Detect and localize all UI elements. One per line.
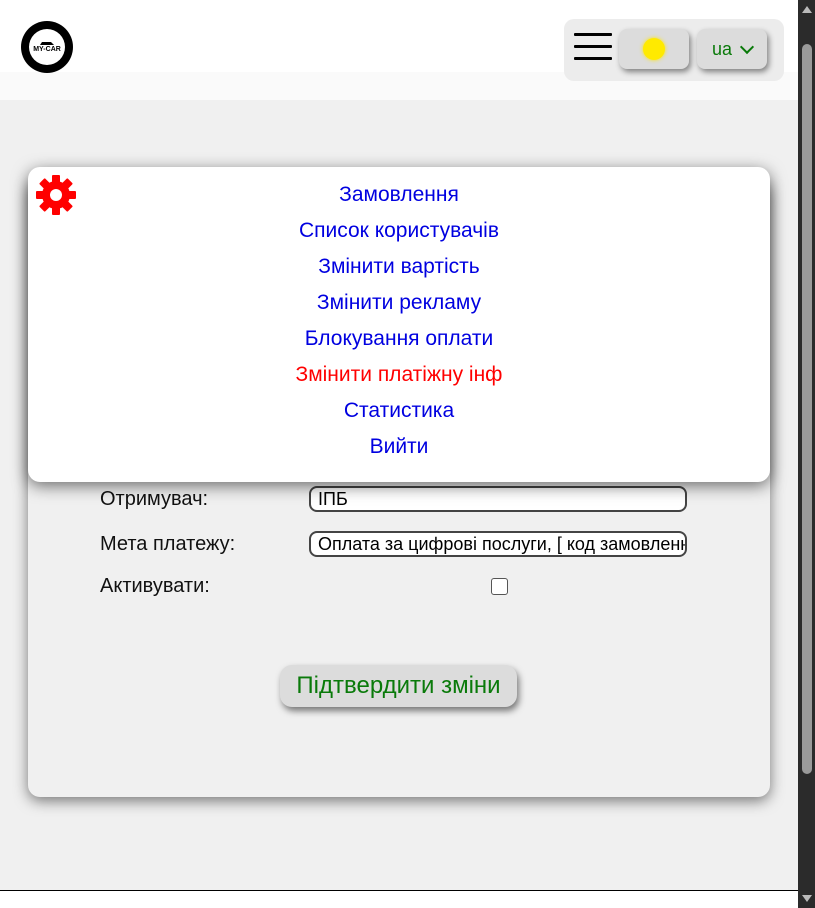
menu-item-statistics[interactable]: Статистика [28,393,770,429]
admin-menu: Замовлення Список користувачів Змінити в… [28,167,770,482]
scroll-up-icon[interactable] [802,6,812,13]
recipient-input[interactable]: ІПБ [309,486,687,512]
language-select[interactable]: ua [697,29,767,69]
purpose-row: Мета платежу: Оплата за цифрові послуги,… [100,529,700,559]
recipient-row: Отримувач: ІПБ [100,484,700,514]
logo-text: MY-CAR [33,46,61,53]
purpose-label: Мета платежу: [100,532,236,555]
logo[interactable]: MY-CAR [21,21,73,73]
chevron-down-icon [739,39,755,54]
footer [0,891,798,908]
menu-item-users[interactable]: Список користувачів [28,213,770,249]
header: MY-CAR ua [0,0,798,100]
activate-label: Активувати: [100,574,210,597]
menu-item-payment-info[interactable]: Змінити платіжну інф [28,357,770,393]
hamburger-menu-icon[interactable] [574,33,612,63]
language-value: ua [711,38,733,59]
scrollbar[interactable] [798,0,815,908]
logo-inner: MY-CAR [29,29,65,65]
activate-row: Активувати: [100,571,700,601]
menu-item-orders[interactable]: Замовлення [28,177,770,213]
scroll-thumb[interactable] [802,44,812,774]
recipient-label: Отримувач: [100,487,209,510]
menu-item-change-price[interactable]: Змінити вартість [28,249,770,285]
confirm-changes-button[interactable]: Підтвердити зміни [280,665,517,707]
scroll-down-icon[interactable] [802,895,812,902]
menu-list: Замовлення Список користувачів Змінити в… [28,177,770,465]
menu-item-change-ads[interactable]: Змінити рекламу [28,285,770,321]
purpose-input[interactable]: Оплата за цифрові послуги, [ код замовле… [309,531,687,557]
theme-toggle-button[interactable] [619,29,689,69]
header-controls: ua [564,19,784,81]
sun-icon [643,38,665,60]
menu-item-logout[interactable]: Вийти [28,429,770,465]
activate-checkbox[interactable] [491,577,508,595]
menu-item-payment-block[interactable]: Блокування оплати [28,321,770,357]
